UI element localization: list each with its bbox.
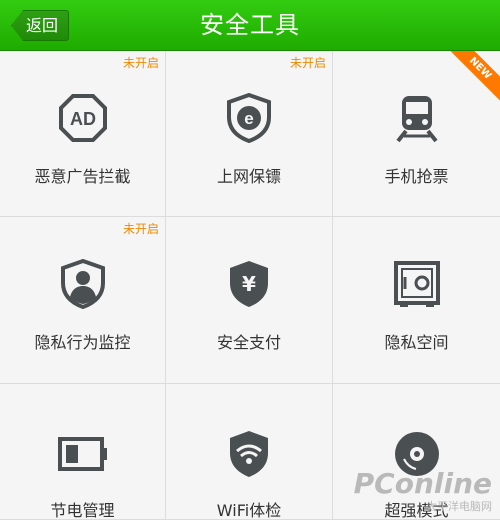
tool-label: 上网保镖 bbox=[216, 167, 281, 186]
tool-secure-pay[interactable]: ¥ 安全支付 bbox=[166, 217, 333, 384]
tool-browser-guard[interactable]: 未开启 e 上网保镖 bbox=[166, 51, 333, 217]
tool-ticket-grab[interactable]: NEW 手机抢票 bbox=[333, 51, 500, 217]
new-badge: NEW bbox=[445, 51, 500, 103]
tool-label: 恶意广告拦截 bbox=[34, 167, 131, 186]
tool-power-saving[interactable]: 节电管理 bbox=[0, 384, 166, 520]
tool-privacy-monitor[interactable]: 未开启 隐私行为监控 bbox=[0, 217, 166, 384]
watermark-brand: PConline bbox=[353, 467, 492, 500]
tool-label: WiFi体检 bbox=[216, 501, 282, 520]
watermark-sub: 太平洋电脑网 bbox=[426, 500, 492, 513]
ad-block-icon: AD bbox=[58, 93, 108, 143]
wifi-shield-icon bbox=[224, 429, 274, 479]
secure-pay-icon: ¥ bbox=[224, 259, 274, 309]
page-title: 安全工具 bbox=[200, 11, 300, 39]
tool-label: 节电管理 bbox=[50, 501, 115, 520]
safe-box-icon bbox=[392, 259, 442, 309]
tool-private-space[interactable]: 隐私空间 bbox=[333, 217, 500, 384]
tool-label: 安全支付 bbox=[216, 333, 281, 352]
tool-wifi-check[interactable]: WiFi体检 bbox=[166, 384, 333, 520]
status-badge: 未开启 bbox=[122, 56, 159, 70]
status-badge: 未开启 bbox=[122, 222, 159, 236]
train-icon bbox=[392, 93, 442, 143]
tool-label: 隐私空间 bbox=[384, 333, 449, 352]
svg-text:AD: AD bbox=[70, 109, 96, 129]
tool-ad-block[interactable]: 未开启 AD 恶意广告拦截 bbox=[0, 51, 166, 217]
tool-label: 手机抢票 bbox=[384, 167, 449, 186]
status-badge: 未开启 bbox=[289, 56, 326, 70]
svg-text:e: e bbox=[244, 109, 253, 128]
pconline-watermark: PConline 太平洋电脑网 bbox=[354, 470, 492, 514]
app-header: 返回 安全工具 bbox=[0, 0, 500, 51]
browser-shield-icon: e bbox=[224, 93, 274, 143]
tool-label: 隐私行为监控 bbox=[34, 333, 131, 352]
svg-text:¥: ¥ bbox=[242, 272, 256, 296]
privacy-monitor-icon bbox=[58, 259, 108, 309]
tools-grid: 未开启 AD 恶意广告拦截 未开启 e 上网保镖 NEW 手机抢票 未开启 隐私… bbox=[0, 51, 500, 520]
battery-icon bbox=[57, 429, 108, 479]
